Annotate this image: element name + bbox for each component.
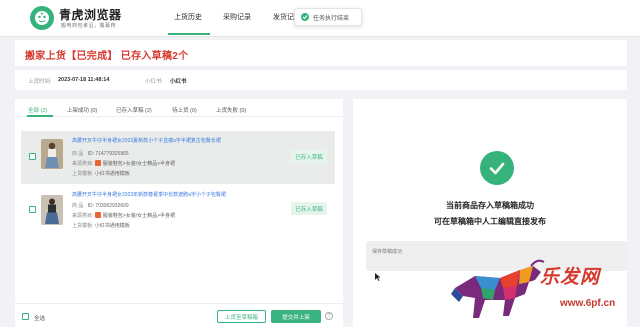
tab-active-indicator [27, 115, 53, 117]
log-text: 保存草稿成功 [372, 249, 403, 255]
upload-time-value: 2023-07-18 11:48:14 [58, 77, 110, 83]
watermark-text: 乐发网 [540, 267, 601, 288]
status-badge: 已存入草稿 [291, 150, 327, 163]
app-tagline: 搬电商包孝沿，搬幕蒋 [61, 23, 117, 29]
upload-time-label: 上货时间: [28, 79, 52, 85]
product-source-category: 来源类目: 服装鞋包>女装/女士精品>半身裙 [72, 160, 176, 167]
meta-band: 上货时间: 2023-07-18 11:48:14 小红书: 小红书 [15, 70, 627, 90]
tab-failed[interactable]: 上货失败 (0) [216, 106, 246, 114]
select-all-checkbox[interactable] [22, 313, 29, 320]
product-checkbox[interactable] [29, 206, 36, 213]
taobao-icon [94, 212, 101, 218]
check-circle-icon [301, 13, 309, 21]
tab-pending[interactable]: 待上货 (0) [172, 106, 197, 114]
shop-value: 小红书 [170, 79, 187, 85]
product-template: 上货模板: 小红书通用模板 [72, 223, 130, 229]
product-id: 商 品 ID: 714779325965 [72, 151, 129, 157]
help-icon[interactable]: ? [325, 312, 333, 320]
product-thumbnail [41, 195, 63, 225]
tab-listed[interactable]: 上架成功 (0) [67, 106, 97, 114]
product-row[interactable]: 高腰开叉牛仔半身裙女2023夏新款小个子显瘦a字半裙复古包臀长裙 商 品 ID:… [21, 131, 335, 184]
product-source-category: 来源类目: 服装鞋包>女装/女士精品>半身裙 [72, 212, 176, 219]
product-list-panel: 全部 (2) 上架成功 (0) 已存入草稿 (2) 待上货 (0) 上货失败 (… [15, 99, 343, 327]
toast-message: 任务执行结束 [313, 15, 350, 22]
success-check-icon [480, 151, 514, 185]
product-id: 商 品 ID: 703062932609 [72, 203, 129, 209]
result-message: 当前商品存入草稿箱成功 [446, 201, 534, 210]
product-thumbnail [41, 139, 63, 169]
app-brand: 青虎浏览器 [59, 8, 122, 22]
success-toast: 任务执行结束 [294, 8, 362, 26]
result-hint: 可在草稿箱中人工编辑直接发布 [434, 217, 546, 226]
mouse-cursor-icon [375, 273, 381, 284]
product-title[interactable]: 高腰开叉牛仔半身裙女2023年新款春夏季中长款遮胯a字小个子包臀裙 [72, 191, 226, 198]
page-title: 搬家上货【已完成】 已存入草稿2个 [25, 51, 189, 62]
tiger-logo-icon [30, 6, 54, 30]
product-row[interactable]: 高腰开叉牛仔半身裙女2023年新款春夏季中长款遮胯a字小个子包臀裙 商 品 ID… [21, 187, 335, 240]
nav-purchase-records[interactable]: 采购记录 [223, 12, 251, 22]
tab-drafts[interactable]: 已存入草稿 (2) [116, 106, 152, 114]
nav-shipping-records[interactable]: 发货记 [273, 12, 294, 22]
product-title[interactable]: 高腰开叉牛仔半身裙女2023夏新款小个子显瘦a字半裙复古包臀长裙 [72, 137, 221, 144]
submit-and-list-button[interactable]: 提交并上架 [271, 310, 321, 323]
taobao-icon [94, 160, 101, 166]
nav-upload-history[interactable]: 上货历史 [174, 12, 202, 22]
status-tabs: 全部 (2) 上架成功 (0) 已存入草稿 (2) 待上货 (0) 上货失败 (… [15, 99, 343, 117]
save-to-drafts-button[interactable]: 上货至草稿箱 [217, 310, 266, 323]
product-template: 上货模板: 小红书通用模板 [72, 171, 130, 177]
status-badge: 已存入草稿 [291, 202, 327, 215]
shop-label: 小红书: [145, 79, 164, 85]
list-footer: 全选 上货至草稿箱 提交并上架 ? [15, 303, 343, 327]
tab-all[interactable]: 全部 (2) [28, 106, 47, 114]
select-all-label[interactable]: 全选 [34, 314, 45, 322]
title-band: 搬家上货【已完成】 已存入草稿2个 [15, 40, 627, 66]
watermark-url: www.6pf.cn [560, 298, 616, 309]
product-checkbox[interactable] [29, 153, 36, 160]
nav-active-indicator [168, 33, 210, 35]
